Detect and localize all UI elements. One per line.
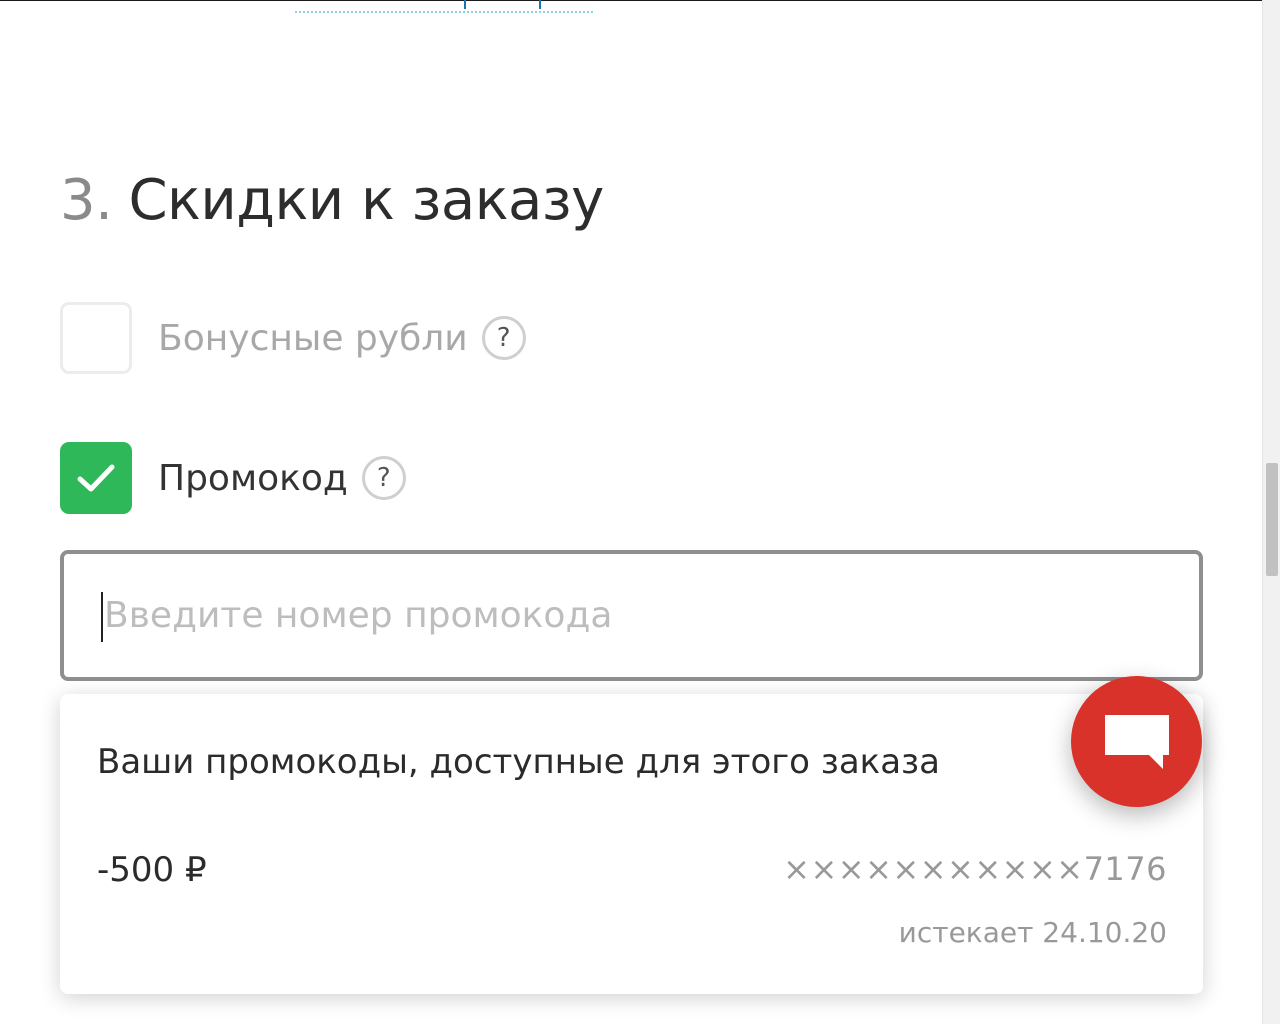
vertical-scrollbar[interactable] <box>1262 0 1280 1024</box>
scrollbar-thumb[interactable] <box>1266 463 1278 576</box>
chat-button[interactable] <box>1071 676 1202 807</box>
promo-code-input[interactable] <box>64 554 1199 677</box>
slider-tick <box>464 0 466 9</box>
promo-option[interactable]: Промокод ? <box>60 442 406 514</box>
bonus-checkbox[interactable] <box>60 302 132 374</box>
page: 3. Скидки к заказу Бонусные рубли ? Промо… <box>0 0 1280 1024</box>
top-border <box>0 0 1262 1</box>
bonus-option[interactable]: Бонусные рубли ? <box>60 302 526 374</box>
section-number: 3. <box>60 168 113 233</box>
section-title: 3. Скидки к заказу <box>60 168 604 233</box>
promo-suggestions-dropdown: Ваши промокоды, доступные для этого зака… <box>60 694 1203 994</box>
promo-expiry: истекает 24.10.20 <box>898 916 1167 949</box>
promo-code-masked: ×××××××××××7176 <box>783 850 1167 888</box>
text-caret <box>101 592 103 642</box>
slider-tick <box>539 0 541 9</box>
dropdown-title: Ваши промокоды, доступные для этого зака… <box>97 742 940 782</box>
promo-amount: -500 ₽ <box>97 850 207 890</box>
section-title-text: Скидки к заказу <box>128 168 604 233</box>
question-icon[interactable]: ? <box>481 316 526 360</box>
question-icon[interactable]: ? <box>361 456 406 500</box>
dotted-divider <box>295 11 593 13</box>
promo-input-container[interactable] <box>60 550 1203 681</box>
bonus-label: Бонусные рубли <box>158 317 468 359</box>
chat-bubble-icon <box>1104 714 1169 769</box>
promo-checkbox[interactable] <box>60 442 132 514</box>
promo-label: Промокод <box>158 457 348 499</box>
checkmark-icon <box>77 464 115 492</box>
promo-suggestion-item[interactable]: -500 ₽ ×××××××××××7176 истекает 24.10.20 <box>60 834 1203 964</box>
